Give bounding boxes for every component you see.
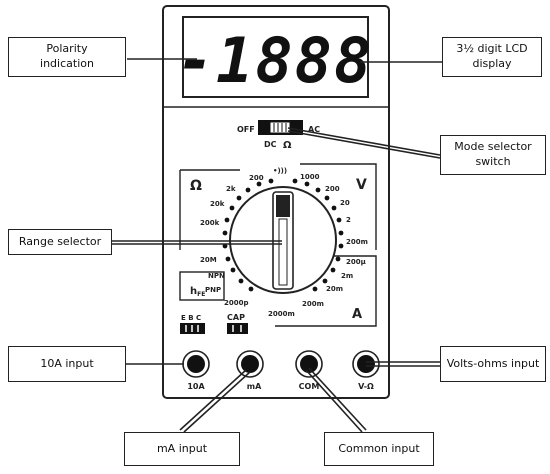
amp-range-200m: 200m xyxy=(302,300,324,308)
callout-range-line-1: Range selector xyxy=(18,234,102,248)
callout-polarity-line-1: Polarity xyxy=(46,42,88,56)
volt-range-1000: 1000 xyxy=(300,173,320,181)
mode-off-label: OFF xyxy=(237,125,255,134)
callout-mode-line-1: Mode selector xyxy=(454,140,532,154)
hfe-range-pnp: PNP xyxy=(205,286,221,294)
callout-common-input: Common input xyxy=(324,432,434,466)
continuity-label: •))) xyxy=(273,167,287,175)
transistor-socket-label: E B C xyxy=(181,314,201,322)
callout-mode-line-2: switch xyxy=(475,155,511,168)
callout-10a-line-1: 10A input xyxy=(40,356,94,370)
amp-range-2000m: 2000m xyxy=(268,310,295,318)
amp-section-symbol: A xyxy=(352,307,362,322)
jack-com-label: COM xyxy=(299,382,320,391)
jack-ma[interactable] xyxy=(236,350,264,378)
ohm-range-200k: 200k xyxy=(200,219,220,227)
callout-lcd-line-1: 3½ digit LCD xyxy=(456,42,528,56)
jack-ma-label: mA xyxy=(247,382,262,391)
mode-switch-slider[interactable] xyxy=(269,121,291,134)
jack-10a[interactable] xyxy=(182,350,210,378)
volt-section-symbol: V xyxy=(356,177,367,193)
callout-lcd-line-2: display xyxy=(472,57,512,70)
volt-range-20: 20 xyxy=(340,199,350,207)
callout-common-line-1: Common input xyxy=(338,441,420,455)
callout-polarity: Polarity indication xyxy=(8,37,126,77)
volt-range-2: 2 xyxy=(346,216,351,224)
jack-10a-label: 10A xyxy=(187,382,205,391)
ohm-range-200: 200 xyxy=(249,174,264,182)
ohm-section-symbol: Ω xyxy=(190,178,202,194)
lcd-reading: -1888 xyxy=(177,24,374,97)
amp-range-2m: 2m xyxy=(341,272,353,280)
amp-range-200u: 200μ xyxy=(346,258,366,266)
hfe-range-npn: NPN xyxy=(208,272,225,280)
callout-volts-ohms-input: Volts-ohms input xyxy=(440,346,546,382)
cap-range-2000p: 2000p xyxy=(224,299,249,307)
volt-range-200m: 200m xyxy=(346,238,368,246)
callout-volts-line-1: Volts-ohms input xyxy=(446,356,540,370)
callout-mode-selector: Mode selector switch xyxy=(440,135,546,175)
mode-ohm-label: Ω xyxy=(283,140,292,151)
callout-polarity-line-2: indication xyxy=(40,57,94,70)
callout-lcd: 3½ digit LCD display xyxy=(442,37,542,77)
mode-dc-label: DC xyxy=(264,140,277,149)
callout-ma-line-1: mA input xyxy=(156,441,208,455)
cap-socket[interactable] xyxy=(227,323,248,334)
amp-range-20m: 20m xyxy=(326,285,343,293)
ohm-range-2k: 2k xyxy=(226,185,236,193)
callout-ma-input: mA input xyxy=(124,432,240,466)
jack-v-ohm[interactable] xyxy=(352,350,380,378)
ohm-range-20m: 20M xyxy=(200,256,217,264)
callout-10a-input: 10A input xyxy=(8,346,126,382)
cap-socket-label: CAP xyxy=(227,313,245,322)
volt-range-200: 200 xyxy=(325,185,340,193)
ohm-range-20k: 20k xyxy=(210,200,225,208)
jack-v-ohm-label: V-Ω xyxy=(358,382,374,391)
callout-range-selector: Range selector xyxy=(8,229,112,255)
